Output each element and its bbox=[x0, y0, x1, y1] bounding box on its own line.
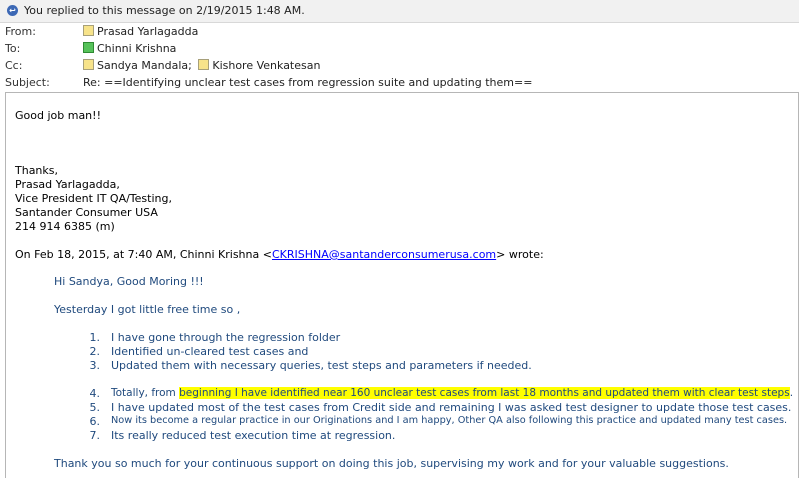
contact-status-icon bbox=[83, 25, 94, 36]
contact-status-icon bbox=[83, 59, 94, 70]
from-name[interactable]: Prasad Yarlagadda bbox=[97, 25, 198, 38]
reply-message: Good job man!! bbox=[15, 109, 101, 122]
cc-name[interactable]: Kishore Venkatesan bbox=[212, 59, 320, 72]
quote-closing: Thank you so much for your continuous su… bbox=[54, 457, 729, 470]
signature-line: Prasad Yarlagadda, bbox=[15, 178, 120, 191]
quote-header: On Feb 18, 2015, at 7:40 AM, Chinni Kris… bbox=[15, 248, 544, 261]
subject-value: Re: ==Identifying unclear test cases fro… bbox=[83, 76, 533, 89]
list-item: Updated them with necessary queries, tes… bbox=[111, 359, 532, 372]
highlighted-text: beginning I have identified near 160 unc… bbox=[179, 387, 790, 399]
quote-line: Yesterday I got little free time so , bbox=[54, 303, 241, 316]
cc-value: Sandya Mandala; Kishore Venkatesan bbox=[83, 59, 320, 72]
cc-label: Cc: bbox=[5, 59, 23, 72]
to-name[interactable]: Chinni Krishna bbox=[97, 42, 176, 55]
list-item: I have updated most of the test cases fr… bbox=[111, 401, 792, 414]
list-number: 2. bbox=[89, 345, 101, 358]
info-bar: ↩ You replied to this message on 2/19/20… bbox=[0, 0, 799, 23]
email-link[interactable]: CKRISHNA@santanderconsumerusa.com bbox=[272, 248, 496, 261]
from-value[interactable]: Prasad Yarlagadda bbox=[83, 25, 198, 38]
list-item: Now its become a regular practice in our… bbox=[111, 415, 788, 426]
from-label: From: bbox=[5, 25, 36, 38]
cc-name[interactable]: Sandya Mandala; bbox=[97, 59, 192, 72]
list-item: Identified un-cleared test cases and bbox=[111, 345, 309, 358]
signature-line: 214 914 6385 (m) bbox=[15, 220, 115, 233]
list-number: 3. bbox=[89, 359, 101, 372]
subject-label: Subject: bbox=[5, 76, 50, 89]
message-header: ↩ You replied to this message on 2/19/20… bbox=[0, 0, 799, 93]
list-number: 5. bbox=[89, 401, 101, 414]
quote-greeting: Hi Sandya, Good Moring !!! bbox=[54, 275, 204, 288]
list-number: 7. bbox=[89, 429, 101, 442]
signature-line: Vice President IT QA/Testing, bbox=[15, 192, 172, 205]
list-item: Its really reduced test execution time a… bbox=[111, 429, 396, 442]
info-bar-text: You replied to this message on 2/19/2015… bbox=[24, 4, 305, 17]
message-body[interactable]: Good job man!! Thanks, Prasad Yarlagadda… bbox=[5, 92, 799, 478]
reply-info-icon: ↩ bbox=[7, 5, 18, 16]
list-item-highlighted: Totally, from beginning I have identifie… bbox=[111, 387, 794, 399]
signature-line: Thanks, bbox=[15, 164, 59, 177]
to-value[interactable]: Chinni Krishna bbox=[83, 42, 176, 55]
list-number: 4. bbox=[89, 387, 101, 400]
contact-status-icon bbox=[198, 59, 210, 70]
signature-line: Santander Consumer USA bbox=[15, 206, 158, 219]
list-number: 1. bbox=[89, 331, 101, 344]
list-number: 6. bbox=[89, 415, 101, 428]
list-item: I have gone through the regression folde… bbox=[111, 331, 341, 344]
to-label: To: bbox=[5, 42, 21, 55]
contact-online-icon bbox=[83, 42, 94, 53]
